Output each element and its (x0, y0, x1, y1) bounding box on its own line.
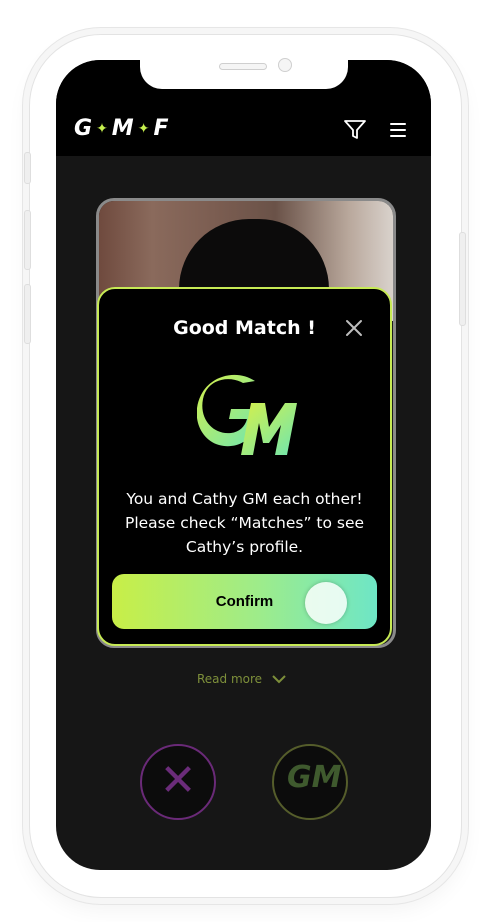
phone-side-button-mute (24, 152, 31, 184)
gm-icon: GM (287, 760, 342, 795)
logo-letter-f: F (153, 116, 170, 141)
phone-screen: G ✦ M ✦ F Read more ✕ GM Good Match ! Yo… (56, 60, 431, 870)
touch-indicator (305, 582, 347, 624)
phone-side-button-power (459, 232, 466, 326)
close-x-icon: ✕ (159, 755, 197, 806)
confirm-label: Confirm (215, 593, 274, 610)
read-more-label: Read more (197, 672, 263, 686)
app-logo[interactable]: G ✦ M ✦ F (74, 116, 169, 141)
dialog-message: You and Cathy GM each other! Please chec… (115, 487, 374, 559)
read-more-link[interactable]: Read more (197, 672, 286, 686)
speaker-grille (219, 63, 267, 70)
front-camera-icon (278, 58, 292, 72)
close-icon[interactable] (345, 319, 363, 337)
logo-letter-g: G (74, 116, 94, 141)
dialog-message-line: You and Cathy GM each other! (126, 490, 363, 508)
hamburger-menu-icon[interactable] (390, 123, 406, 137)
logo-letter-m: M (111, 116, 135, 141)
reject-button[interactable]: ✕ (140, 744, 216, 820)
phone-notch (140, 58, 348, 89)
phone-side-button-volume-up (24, 210, 31, 270)
logo-star-icon: ✦ (137, 120, 151, 137)
good-match-dialog: Good Match ! You and Cathy GM each other… (97, 287, 392, 646)
dialog-message-line: Cathy’s profile. (185, 538, 304, 556)
gm-like-button[interactable]: GM (272, 744, 348, 820)
dialog-message-line: Please check “Matches” to see (124, 514, 365, 532)
filter-icon[interactable] (344, 120, 366, 140)
chevron-down-icon (272, 674, 286, 683)
phone-side-button-volume-down (24, 284, 31, 344)
gm-logo-icon (197, 374, 297, 455)
logo-star-icon: ✦ (96, 120, 109, 137)
